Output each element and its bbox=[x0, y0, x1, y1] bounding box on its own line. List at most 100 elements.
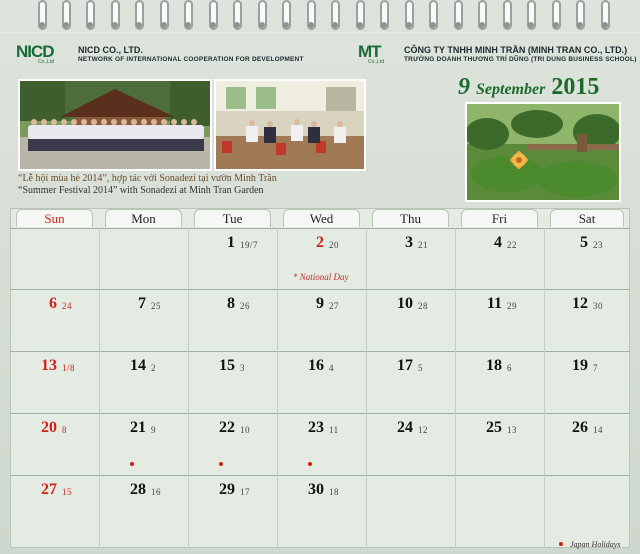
weekday-header-wed: Wed bbox=[283, 209, 360, 227]
lunar-date: 23 bbox=[593, 240, 603, 250]
week-divider bbox=[10, 413, 630, 414]
month-number: 9 bbox=[458, 74, 470, 100]
day-number: 8 bbox=[227, 295, 235, 312]
binding-hole bbox=[504, 22, 510, 28]
weekday-header-fri: Fri bbox=[461, 209, 538, 227]
day-number: 10 bbox=[397, 295, 413, 312]
day-number: 30 bbox=[308, 481, 324, 498]
lunar-date: 21 bbox=[418, 240, 428, 250]
binding-hole bbox=[283, 22, 289, 28]
binding-hole bbox=[185, 22, 191, 28]
lunar-date: 17 bbox=[240, 487, 250, 497]
day-number: 14 bbox=[130, 357, 146, 374]
lunar-date: 10 bbox=[240, 425, 250, 435]
lunar-date: 27 bbox=[329, 301, 339, 311]
lunar-date: 8 bbox=[62, 425, 67, 435]
binding-hole bbox=[430, 22, 436, 28]
binding-hole bbox=[577, 22, 583, 28]
day-number: 1 bbox=[227, 234, 235, 251]
day-number: 7 bbox=[138, 295, 146, 312]
week-divider bbox=[10, 351, 630, 352]
weekday-header-thu: Thu bbox=[372, 209, 449, 227]
lunar-date: 29 bbox=[507, 301, 517, 311]
weekday-header-sat: Sat bbox=[550, 209, 624, 227]
caption-vietnamese: “Lễ hội mùa hè 2014”, hợp tác với Sonade… bbox=[18, 173, 277, 184]
binding-hole bbox=[308, 22, 314, 28]
lunar-date: 13 bbox=[507, 425, 517, 435]
lunar-date: 24 bbox=[62, 301, 72, 311]
binding-hole bbox=[87, 22, 93, 28]
binding-hole bbox=[381, 22, 387, 28]
day-number: 28 bbox=[130, 481, 146, 498]
lunar-date: 19/7 bbox=[240, 240, 259, 250]
dining-hall-photo bbox=[214, 79, 366, 171]
lunar-date: 30 bbox=[593, 301, 603, 311]
week-divider bbox=[10, 228, 630, 229]
binding-hole bbox=[602, 22, 608, 28]
binding-hole bbox=[553, 22, 559, 28]
day-number: 21 bbox=[130, 419, 146, 436]
japan-holiday-dot bbox=[308, 462, 312, 466]
day-divider bbox=[455, 228, 456, 548]
lunar-date: 15 bbox=[62, 487, 72, 497]
day-number: 15 bbox=[219, 357, 235, 374]
day-number: 27 bbox=[41, 481, 57, 498]
binding-hole bbox=[479, 22, 485, 28]
lunar-date: 14 bbox=[593, 425, 603, 435]
day-number: 20 bbox=[41, 419, 57, 436]
legend-dot bbox=[559, 542, 563, 546]
day-number: 6 bbox=[49, 295, 57, 312]
weekday-header-mon: Mon bbox=[105, 209, 182, 227]
day-number: 18 bbox=[486, 357, 502, 374]
day-number: 19 bbox=[572, 357, 588, 374]
binding-hole bbox=[161, 22, 167, 28]
lunar-date: 4 bbox=[329, 363, 334, 373]
binding-hole bbox=[210, 22, 216, 28]
day-number: 3 bbox=[405, 234, 413, 251]
binding-hole bbox=[39, 22, 45, 28]
page-top-edge bbox=[0, 32, 640, 33]
binding-hole bbox=[112, 22, 118, 28]
day-number: 29 bbox=[219, 481, 235, 498]
lunar-date: 6 bbox=[507, 363, 512, 373]
day-divider bbox=[188, 228, 189, 548]
day-number: 11 bbox=[486, 295, 502, 312]
day-number: 5 bbox=[580, 234, 588, 251]
day-divider bbox=[277, 228, 278, 548]
binding-hole bbox=[406, 22, 412, 28]
day-number: 12 bbox=[572, 295, 588, 312]
calendar-page: NICD Co.,Ltd NICD CO., LTD. NETWORK OF I… bbox=[0, 0, 640, 554]
lunar-date: 25 bbox=[151, 301, 161, 311]
day-number: 13 bbox=[41, 357, 57, 374]
lunar-date: 28 bbox=[418, 301, 428, 311]
binding-hole bbox=[234, 22, 240, 28]
weekday-header-sun: Sun bbox=[16, 209, 93, 227]
japan-holidays-legend: Japan Holidays bbox=[570, 540, 621, 549]
spiral-binding bbox=[0, 0, 640, 32]
nicd-company-name: NICD CO., LTD. bbox=[78, 45, 143, 55]
week-divider bbox=[10, 289, 630, 290]
nicd-company-tagline: NETWORK OF INTERNATIONAL COOPERATION FOR… bbox=[78, 56, 304, 63]
lunar-date: 5 bbox=[418, 363, 423, 373]
minh-tran-school-name: TRƯỜNG DOANH THƯƠNG TRÍ DŨNG (TRI DUNG B… bbox=[404, 56, 637, 63]
year: 2015 bbox=[551, 74, 600, 100]
binding-hole bbox=[357, 22, 363, 28]
minh-tran-company-name: CÔNG TY TNHH MINH TRẦN (MINH TRAN CO., L… bbox=[404, 45, 628, 55]
binding-hole bbox=[259, 22, 265, 28]
binding-hole bbox=[136, 22, 142, 28]
day-number: 2 bbox=[316, 234, 324, 251]
national-day-note: * National Day bbox=[293, 272, 349, 282]
japan-holiday-dot bbox=[219, 462, 223, 466]
day-number: 17 bbox=[397, 357, 413, 374]
day-number: 4 bbox=[494, 234, 502, 251]
day-divider bbox=[366, 228, 367, 548]
lunar-date: 20 bbox=[329, 240, 339, 250]
day-divider bbox=[99, 228, 100, 548]
japan-holiday-dot bbox=[130, 462, 134, 466]
binding-hole bbox=[455, 22, 461, 28]
minh-tran-logo-sub: Co.,Ltd bbox=[368, 59, 385, 65]
binding-hole bbox=[528, 22, 534, 28]
day-number: 23 bbox=[308, 419, 324, 436]
lunar-date: 9 bbox=[151, 425, 156, 435]
lunar-date: 7 bbox=[593, 363, 598, 373]
